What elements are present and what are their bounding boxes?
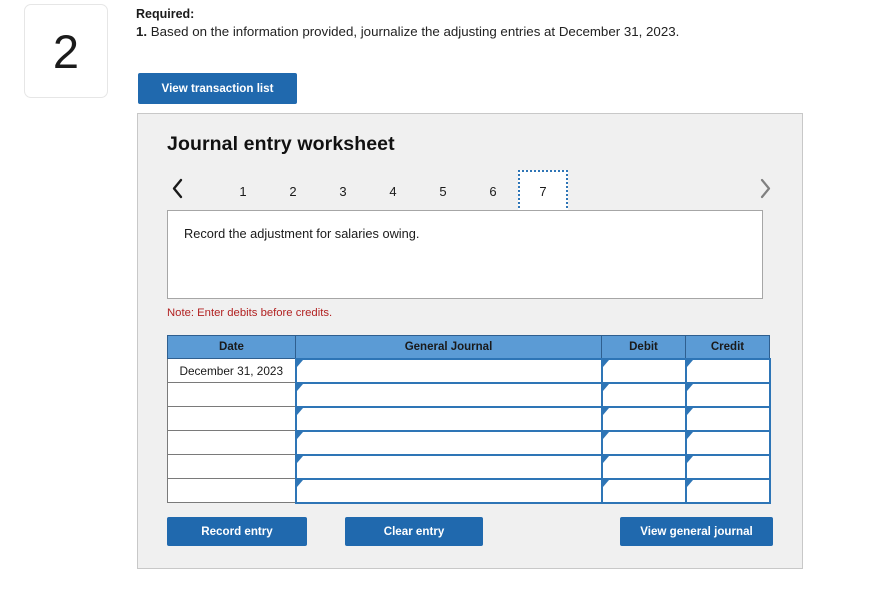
- required-item-text: Based on the information provided, journ…: [150, 24, 680, 39]
- tab-label: 5: [439, 183, 447, 199]
- required-section: Required: 1. Based on the information pr…: [136, 7, 856, 41]
- tab-list: 1 2 3 4 5 6 7: [218, 170, 568, 212]
- question-number: 2: [52, 24, 80, 78]
- worksheet-tabs: 1 2 3 4 5 6 7: [166, 170, 776, 212]
- credit-input[interactable]: [684, 477, 771, 504]
- worksheet-title: Journal entry worksheet: [167, 133, 395, 155]
- date-cell[interactable]: [167, 406, 296, 431]
- tab-label: 1: [239, 183, 247, 199]
- view-transaction-list-button[interactable]: View transaction list: [138, 73, 297, 104]
- general-journal-input[interactable]: [294, 453, 603, 480]
- column-header-general-journal: General Journal: [295, 335, 602, 359]
- debits-before-credits-note: Note: Enter debits before credits.: [167, 307, 333, 319]
- view-general-journal-button[interactable]: View general journal: [620, 517, 773, 546]
- credit-input[interactable]: [684, 453, 771, 480]
- column-header-debit: Debit: [601, 335, 686, 359]
- table-row: December 31, 2023: [167, 357, 771, 384]
- journal-entry-table: Date General Journal Debit Credit Decemb…: [167, 335, 771, 504]
- tab-3[interactable]: 3: [318, 170, 368, 212]
- tab-label: 2: [289, 183, 297, 199]
- table-row: [167, 381, 771, 408]
- tab-1[interactable]: 1: [218, 170, 268, 212]
- debit-input[interactable]: [600, 429, 687, 456]
- date-cell[interactable]: [167, 430, 296, 455]
- debit-input[interactable]: [600, 357, 687, 384]
- general-journal-input[interactable]: [294, 381, 603, 408]
- tab-label: 3: [339, 183, 347, 199]
- required-label: Required:: [136, 7, 195, 21]
- debit-input[interactable]: [600, 453, 687, 480]
- instruction-text: Record the adjustment for salaries owing…: [184, 226, 420, 241]
- tab-label: 7: [539, 183, 547, 199]
- debit-input[interactable]: [600, 405, 687, 432]
- general-journal-input[interactable]: [294, 429, 603, 456]
- column-header-date: Date: [167, 335, 296, 359]
- table-row: [167, 405, 771, 432]
- date-cell[interactable]: December 31, 2023: [167, 358, 296, 383]
- tab-6[interactable]: 6: [468, 170, 518, 212]
- question-number-box: 2: [24, 4, 108, 98]
- required-item-number: 1.: [136, 24, 148, 39]
- table-header-row: Date General Journal Debit Credit: [167, 335, 770, 359]
- table-row: [167, 477, 771, 504]
- required-item: 1. Based on the information provided, jo…: [136, 24, 856, 41]
- credit-input[interactable]: [684, 381, 771, 408]
- clear-entry-button[interactable]: Clear entry: [345, 517, 483, 546]
- tab-2[interactable]: 2: [268, 170, 318, 212]
- journal-entry-worksheet-panel: Journal entry worksheet 1 2 3 4 5 6 7 Re…: [137, 113, 803, 569]
- tab-label: 6: [489, 183, 497, 199]
- date-cell[interactable]: [167, 382, 296, 407]
- tab-4[interactable]: 4: [368, 170, 418, 212]
- general-journal-input[interactable]: [294, 477, 603, 504]
- table-row: [167, 453, 771, 480]
- credit-input[interactable]: [684, 405, 771, 432]
- credit-input[interactable]: [684, 357, 771, 384]
- chevron-right-icon[interactable]: [754, 174, 776, 202]
- tab-label: 4: [389, 183, 397, 199]
- general-journal-input[interactable]: [294, 357, 603, 384]
- date-cell[interactable]: [167, 454, 296, 479]
- date-cell[interactable]: [167, 478, 296, 503]
- tab-7[interactable]: 7: [518, 170, 568, 212]
- record-entry-button[interactable]: Record entry: [167, 517, 307, 546]
- instruction-box: Record the adjustment for salaries owing…: [167, 210, 763, 299]
- general-journal-input[interactable]: [294, 405, 603, 432]
- credit-input[interactable]: [684, 429, 771, 456]
- tab-5[interactable]: 5: [418, 170, 468, 212]
- column-header-credit: Credit: [685, 335, 770, 359]
- page-root: 2 Required: 1. Based on the information …: [0, 0, 896, 597]
- table-row: [167, 429, 771, 456]
- debit-input[interactable]: [600, 477, 687, 504]
- chevron-left-icon[interactable]: [166, 174, 188, 202]
- debit-input[interactable]: [600, 381, 687, 408]
